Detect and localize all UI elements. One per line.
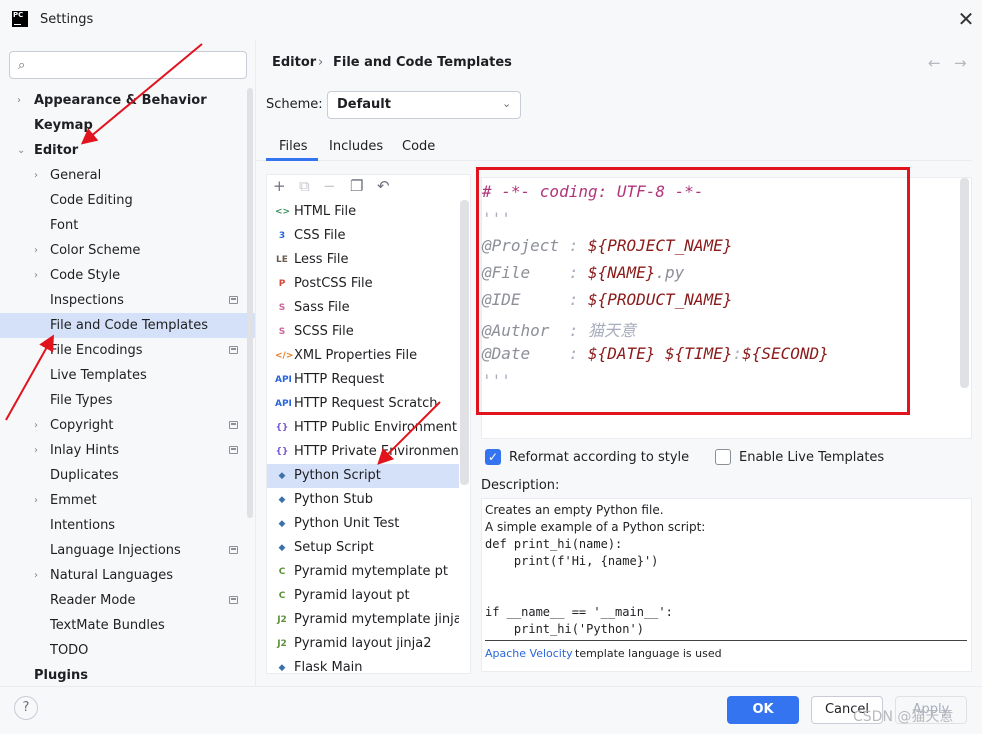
annotation-arrows [5, 43, 441, 465]
annotation-arrow [377, 401, 441, 465]
annotation-arrow [80, 43, 203, 145]
annotation-arrow [5, 334, 54, 421]
